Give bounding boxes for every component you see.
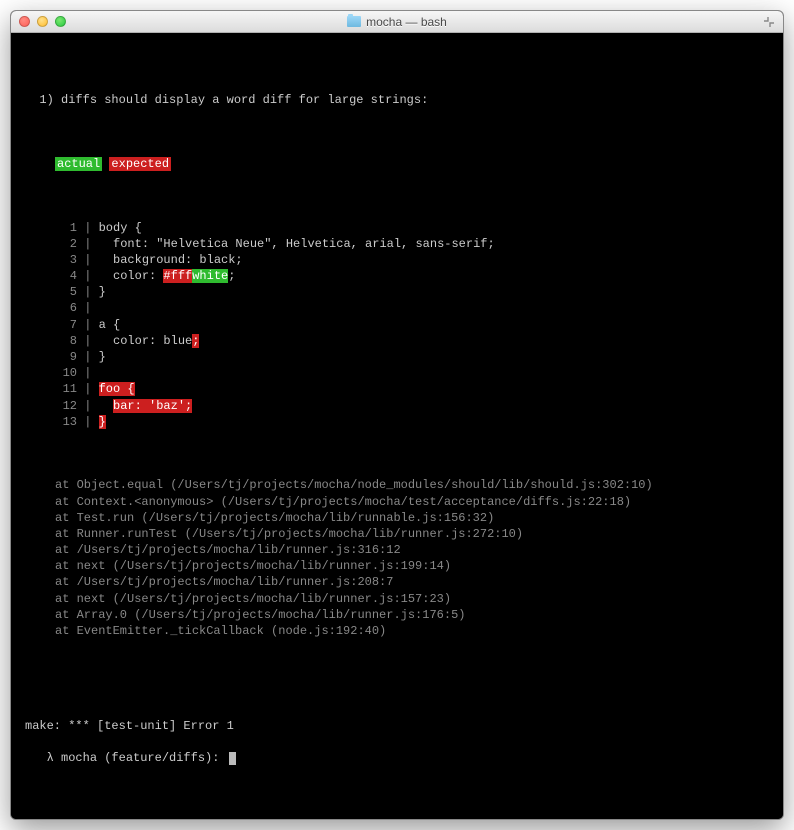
stack-frame: at Context.<anonymous> (/Users/tj/projec…	[55, 494, 769, 510]
make-error: make: *** [test-unit] Error 1	[25, 718, 769, 734]
stack-trace: at Object.equal (/Users/tj/projects/moch…	[25, 477, 769, 639]
close-button[interactable]	[19, 16, 30, 27]
diff-line: 2 | font: "Helvetica Neue", Helvetica, a…	[25, 236, 769, 252]
legend-actual: actual	[55, 157, 102, 171]
diff-removed: bar: 'baz';	[113, 399, 192, 413]
stack-frame: at Runner.runTest (/Users/tj/projects/mo…	[55, 526, 769, 542]
stack-frame: at /Users/tj/projects/mocha/lib/runner.j…	[55, 542, 769, 558]
gutter-pipe: |	[77, 366, 91, 380]
diff-line: 8 | color: blue;	[25, 333, 769, 349]
gutter-pipe: |	[77, 221, 91, 235]
diff-line: 5 | }	[25, 284, 769, 300]
diff-line: 9 | }	[25, 349, 769, 365]
diff-removed: ;	[192, 334, 199, 348]
window-title-wrap: mocha — bash	[347, 15, 447, 29]
code-text	[91, 382, 98, 396]
code-text	[91, 415, 98, 429]
diff-line: 1 | body {	[25, 220, 769, 236]
gutter-pipe: |	[77, 399, 91, 413]
code-text: ;	[228, 269, 235, 283]
line-number: 1	[55, 220, 77, 236]
stack-frame: at Test.run (/Users/tj/projects/mocha/li…	[55, 510, 769, 526]
diff-block: 1 | body {2 | font: "Helvetica Neue", He…	[25, 220, 769, 430]
code-text: font: "Helvetica Neue", Helvetica, arial…	[91, 237, 494, 251]
gutter-pipe: |	[77, 382, 91, 396]
stack-frame: at EventEmitter._tickCallback (node.js:1…	[55, 623, 769, 639]
minimize-button[interactable]	[37, 16, 48, 27]
gutter-pipe: |	[77, 334, 91, 348]
prompt-line[interactable]: λ mocha (feature/diffs):	[25, 750, 769, 766]
gutter-pipe: |	[77, 269, 91, 283]
diff-line: 10 |	[25, 365, 769, 381]
zoom-button[interactable]	[55, 16, 66, 27]
line-number: 2	[55, 236, 77, 252]
diff-removed: }	[99, 415, 106, 429]
stack-frame: at next (/Users/tj/projects/mocha/lib/ru…	[55, 558, 769, 574]
code-text: color:	[91, 269, 163, 283]
code-text	[91, 399, 113, 413]
code-text: body {	[91, 221, 141, 235]
legend-expected: expected	[109, 157, 171, 171]
diff-line: 7 | a {	[25, 317, 769, 333]
traffic-lights	[19, 16, 66, 27]
line-number: 4	[55, 268, 77, 284]
terminal-window: mocha — bash 1) diffs should display a w…	[10, 10, 784, 820]
gutter-pipe: |	[77, 301, 91, 315]
diff-line: 11 | foo {	[25, 381, 769, 397]
prompt-symbol: λ	[47, 751, 54, 765]
line-number: 5	[55, 284, 77, 300]
gutter-pipe: |	[77, 237, 91, 251]
gutter-pipe: |	[77, 318, 91, 332]
code-text: background: black;	[91, 253, 242, 267]
stack-frame: at /Users/tj/projects/mocha/lib/runner.j…	[55, 574, 769, 590]
line-number: 6	[55, 300, 77, 316]
line-number: 11	[55, 381, 77, 397]
code-text: color: blue	[91, 334, 192, 348]
diff-legend: actual expected	[25, 156, 769, 172]
diff-line: 3 | background: black;	[25, 252, 769, 268]
folder-icon	[347, 16, 361, 27]
line-number: 8	[55, 333, 77, 349]
gutter-pipe: |	[77, 285, 91, 299]
gutter-pipe: |	[77, 415, 91, 429]
terminal-body[interactable]: 1) diffs should display a word diff for …	[11, 33, 783, 819]
diff-line: 13 | }	[25, 414, 769, 430]
stack-frame: at next (/Users/tj/projects/mocha/lib/ru…	[55, 591, 769, 607]
gutter-pipe: |	[77, 350, 91, 364]
diff-line: 6 |	[25, 300, 769, 316]
expand-icon[interactable]	[763, 16, 775, 28]
prompt-text: mocha (feature/diffs):	[61, 751, 227, 765]
test-title-line: 1) diffs should display a word diff for …	[25, 92, 769, 108]
diff-removed: foo {	[99, 382, 135, 396]
code-text: }	[91, 350, 105, 364]
stack-frame: at Array.0 (/Users/tj/projects/mocha/lib…	[55, 607, 769, 623]
test-title: diffs should display a word diff for lar…	[61, 93, 428, 107]
diff-line: 12 | bar: 'baz';	[25, 398, 769, 414]
line-number: 13	[55, 414, 77, 430]
code-text: }	[91, 285, 105, 299]
titlebar[interactable]: mocha — bash	[11, 11, 783, 33]
code-text: a {	[91, 318, 120, 332]
line-number: 3	[55, 252, 77, 268]
diff-removed: #fff	[163, 269, 192, 283]
line-number: 9	[55, 349, 77, 365]
gutter-pipe: |	[77, 253, 91, 267]
line-number: 12	[55, 398, 77, 414]
line-number: 7	[55, 317, 77, 333]
cursor	[229, 752, 236, 765]
stack-frame: at Object.equal (/Users/tj/projects/moch…	[55, 477, 769, 493]
diff-line: 4 | color: #fffwhite;	[25, 268, 769, 284]
test-number: 1)	[39, 93, 53, 107]
window-title: mocha — bash	[366, 15, 447, 29]
line-number: 10	[55, 365, 77, 381]
diff-added: white	[192, 269, 228, 283]
